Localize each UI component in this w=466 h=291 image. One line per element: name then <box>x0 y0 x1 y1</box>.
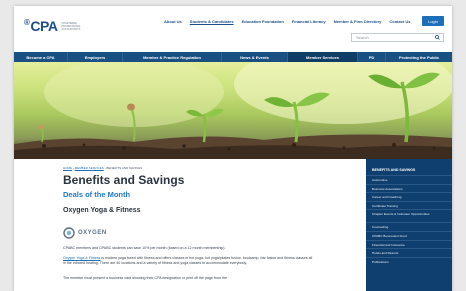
sidebar: BENEFITS AND SAVINGS Automotive Business… <box>366 159 452 291</box>
sidebar-item-hotels-resorts[interactable]: Hotels and Resorts <box>366 248 452 257</box>
sidebar-item-publications[interactable]: Publications <box>366 256 452 266</box>
nav-item-news-events[interactable]: News & Events <box>222 52 288 62</box>
sidebar-item-certificate-training[interactable]: Certificate Training <box>366 200 452 210</box>
breadcrumb-current: BENEFITS AND SAVINGS <box>106 166 143 170</box>
paragraph-description-text: is modern yoga fused with fitness and of… <box>63 256 313 265</box>
main-nav: Become a CPA Employers Member & Practice… <box>14 52 452 62</box>
breadcrumb-home[interactable]: HOME <box>63 166 72 170</box>
logo-tagline: CHARTERED PROFESSIONAL ACCOUNTANTS <box>61 21 81 31</box>
search-icon[interactable] <box>435 35 440 40</box>
oxygen-logo: OXYGEN <box>63 226 115 240</box>
utility-link-education-foundation[interactable]: Education Foundation <box>242 19 284 24</box>
paragraph-description: Oxygen Yoga & Fitness is modern yoga fus… <box>63 256 315 266</box>
sidebar-item-career-coaching[interactable]: Career and Coaching <box>366 192 452 201</box>
breadcrumb: HOME › MEMBER SERVICES › BENEFITS AND SA… <box>63 166 142 170</box>
nav-item-member-services[interactable]: Member Services <box>288 52 358 62</box>
nav-item-regulation[interactable]: Member & Practice Regulation <box>123 52 222 62</box>
utility-link-directory[interactable]: Member & Firm Directory <box>334 19 382 24</box>
search-input[interactable]: Search <box>351 33 444 42</box>
sidebar-item-counselling[interactable]: Counselling <box>366 222 452 231</box>
utility-link-contact[interactable]: Contact Us <box>389 19 410 24</box>
oxygen-logo-text: OXYGEN <box>78 230 107 236</box>
sidebar-item-automotive[interactable]: Automotive <box>366 175 452 184</box>
paragraph-instructions: The member must present a business card … <box>63 276 228 280</box>
oxygen-logo-icon <box>63 227 75 239</box>
web-page: ®CPA CHARTERED PROFESSIONAL ACCOUNTANTS … <box>14 6 452 291</box>
utility-link-financial-literacy[interactable]: Financial Literacy <box>292 19 326 24</box>
utility-link-about[interactable]: About Us <box>164 19 182 24</box>
nav-item-pd[interactable]: PD <box>358 52 386 62</box>
section-title: Oxygen Yoga & Fitness <box>63 207 141 214</box>
cpa-logo[interactable]: ®CPA CHARTERED PROFESSIONAL ACCOUNTANTS <box>24 18 81 34</box>
sidebar-list: Automotive Business Associations Career … <box>366 175 452 265</box>
sidebar-heading: BENEFITS AND SAVINGS <box>372 168 416 172</box>
site-header: ®CPA CHARTERED PROFESSIONAL ACCOUNTANTS … <box>14 6 452 50</box>
logo-wordmark: ®CPA <box>24 18 58 34</box>
search-placeholder: Search <box>356 35 369 40</box>
page-subtitle: Deals of the Month <box>63 190 131 199</box>
nav-item-employers[interactable]: Employers <box>68 52 123 62</box>
breadcrumb-member-services[interactable]: MEMBER SERVICES <box>75 166 104 170</box>
login-button[interactable]: Login <box>422 16 444 26</box>
sidebar-item-business-associations[interactable]: Business Associations <box>366 183 452 193</box>
page-title: Benefits and Savings <box>63 173 185 187</box>
sprouts-illustration <box>14 62 452 159</box>
nav-item-protecting-public[interactable]: Protecting the Public <box>386 52 452 62</box>
hero-image-sprouts <box>14 62 452 159</box>
utility-nav: About Us Students & Candidates Education… <box>164 19 411 24</box>
sidebar-item-financial-insurance[interactable]: Financial and Insurance <box>366 239 452 249</box>
sidebar-item-benevolent-fund[interactable]: CPABC Benevolent Fund <box>366 230 452 240</box>
sidebar-item-chapter-events[interactable]: Chapter Events & Volunteer Opportunities <box>366 209 452 222</box>
nav-item-become-cpa[interactable]: Become a CPA <box>14 52 68 62</box>
paragraph-discount: CPABC members and CPABC students can sav… <box>63 246 226 250</box>
utility-link-students[interactable]: Students & Candidates <box>190 19 234 24</box>
oxygen-link[interactable]: Oxygen Yoga & Fitness <box>63 256 100 260</box>
